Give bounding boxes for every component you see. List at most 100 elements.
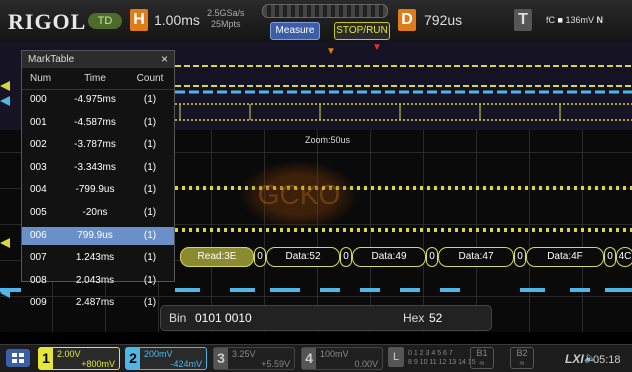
- marktable-cell-time: -20ns: [82, 207, 108, 218]
- zoom-label: Zoom:50us: [305, 135, 351, 145]
- marktable-cell-time: 1.243ms: [75, 252, 115, 264]
- marktable-panel: MarkTable × Num Time Count 000 -4.975ms (1…: [21, 50, 175, 308]
- decode-segment[interactable]: Data:52: [266, 247, 340, 267]
- bin-label: Bin: [169, 311, 187, 325]
- col-count: Count: [136, 73, 164, 84]
- stop-run-button[interactable]: STOP/RUN: [334, 22, 390, 40]
- la-channels: 0 1 2 3 4 5 6 7 8 9 10 11 12 13 14 15: [408, 349, 476, 367]
- marktable-row[interactable]: 004 -799.9us (1): [22, 181, 174, 199]
- channel-offset: +5.59V: [261, 359, 290, 369]
- channel-values: 100mV 0.00V: [320, 349, 378, 369]
- hex-label: Hex: [403, 311, 425, 325]
- bin-value[interactable]: 0101 0010: [195, 306, 252, 330]
- decode-segment[interactable]: 4C: [616, 247, 632, 267]
- marktable-row[interactable]: 001 -4.587ms (1): [22, 114, 174, 132]
- channel-values: 2.00V +800mV: [57, 349, 115, 369]
- channel-number: 3: [214, 348, 228, 369]
- marktable-cell-num: 000: [30, 94, 47, 105]
- marktable-cell-time: 2.487ms: [75, 297, 115, 309]
- delay-menu-button[interactable]: D: [398, 9, 416, 31]
- decode-segment[interactable]: Data:47: [438, 247, 514, 267]
- marktable-cell-num: 004: [30, 184, 47, 196]
- marktable-cell-time: -4.587ms: [74, 116, 116, 128]
- trigger-menu-button[interactable]: T: [514, 9, 532, 31]
- channel-scale: 3.25V: [232, 349, 256, 359]
- channel-number: 1: [39, 348, 53, 369]
- timebase-value[interactable]: 1.00ms: [154, 12, 200, 28]
- marktable-cell-time: -3.787ms: [74, 139, 116, 151]
- marktable-row[interactable]: 000 -4.975ms (1): [22, 91, 174, 109]
- channel-tag-ch1[interactable]: 1 2.00V +800mV: [38, 347, 120, 370]
- marktable-cell-num: 006: [30, 229, 47, 241]
- sample-info: 2.5GSa/s 25Mpts: [207, 8, 245, 30]
- marktable-row[interactable]: 009 2.487ms (1): [22, 294, 174, 312]
- measure-button[interactable]: Measure: [270, 22, 320, 40]
- sample-rate: 2.5GSa/s: [207, 8, 245, 18]
- marktable-cell-num: 001: [30, 116, 47, 128]
- trigger-source: fC: [546, 15, 555, 25]
- channel-values: 200mV -424mV: [144, 349, 202, 369]
- la-row2: 8 9 10 11 12 13 14 15: [408, 359, 476, 366]
- decode-segment[interactable]: 0: [340, 247, 352, 267]
- channel-scale: 2.00V: [57, 349, 81, 359]
- bus-b2-button[interactable]: B2 ≈: [510, 347, 534, 369]
- bus-b1-button[interactable]: B1 ≈: [470, 347, 494, 369]
- marktable-cell-num: 007: [30, 252, 47, 264]
- close-icon[interactable]: ×: [161, 51, 168, 68]
- marktable-cell-time: -799.9us: [75, 184, 115, 196]
- horizontal-menu-button[interactable]: H: [130, 9, 148, 31]
- decode-segment[interactable]: Read:3E: [180, 247, 254, 267]
- la-row1: 0 1 2 3 4 5 6 7: [408, 350, 453, 357]
- decode-segment[interactable]: Data:4F: [526, 247, 604, 267]
- marktable-cell-num: 009: [30, 297, 47, 309]
- marktable-cell-count: (1): [143, 184, 157, 196]
- marktable-cell-time: -4.975ms: [74, 94, 116, 105]
- marktable-row[interactable]: 007 1.243ms (1): [22, 249, 174, 267]
- mode-badge[interactable]: TD: [88, 13, 122, 29]
- top-status-bar: RIGOL TD H 1.00ms 2.5GSa/s 25Mpts Measur…: [0, 0, 632, 43]
- marktable-cell-time: 799.9us: [77, 229, 113, 241]
- decode-segment[interactable]: 0: [604, 247, 616, 267]
- delay-value[interactable]: 792us: [424, 12, 462, 28]
- decode-segment[interactable]: Data:49: [352, 247, 426, 267]
- trigger-level: 136mV: [565, 15, 594, 25]
- channel-scale: 200mV: [144, 349, 173, 359]
- marktable-row[interactable]: 008 2.043ms (1): [22, 272, 174, 290]
- brand-logo: RIGOL: [8, 9, 87, 34]
- marktable-row[interactable]: 005 -20ns (1): [22, 204, 174, 222]
- marktable-cell-time: 2.043ms: [75, 274, 115, 286]
- marktable-cell-count: (1): [143, 139, 157, 151]
- channel-tag-ch3[interactable]: 3 3.25V +5.59V: [213, 347, 295, 370]
- watermark-logo: GCKO: [239, 160, 359, 230]
- channel-tag-ch4[interactable]: 4 100mV 0.00V: [301, 347, 383, 370]
- marktable-cell-count: (1): [143, 116, 157, 128]
- decode-segment[interactable]: 0: [426, 247, 438, 267]
- marktable-header[interactable]: MarkTable ×: [22, 51, 174, 68]
- channel-scale: 100mV: [320, 349, 349, 359]
- marktable-cell-num: 002: [30, 139, 47, 151]
- channel-offset: -424mV: [170, 359, 202, 369]
- horizontal-position-indicator: [262, 4, 388, 18]
- col-time: Time: [84, 73, 106, 84]
- marktable-title: MarkTable: [28, 54, 75, 65]
- la-menu-button[interactable]: L: [388, 347, 404, 367]
- channel-tag-ch2[interactable]: 2 200mV -424mV: [125, 347, 207, 370]
- hex-value[interactable]: 52: [429, 306, 442, 330]
- marktable-row[interactable]: 006 799.9us (1): [22, 226, 174, 245]
- marktable-row[interactable]: 002 -3.787ms (1): [22, 136, 174, 154]
- marktable-cell-count: (1): [143, 94, 157, 105]
- lxi-logo: LXI: [565, 352, 584, 366]
- marktable-cell-num: 008: [30, 274, 47, 286]
- marktable-cell-count: (1): [143, 229, 157, 241]
- channel-number: 2: [126, 348, 140, 369]
- trigger-position-icon: ▼: [326, 46, 336, 57]
- trigger-level-icon: ■: [557, 15, 563, 25]
- decode-segment[interactable]: 0: [514, 247, 526, 267]
- decode-segment[interactable]: 0: [254, 247, 266, 267]
- clock: 05:18: [593, 354, 621, 366]
- marktable-cell-count: (1): [143, 252, 157, 264]
- trigger-info[interactable]: fC ■ 136mV N: [546, 15, 603, 25]
- marktable-row[interactable]: 003 -3.343ms (1): [22, 159, 174, 177]
- main-menu-icon[interactable]: [6, 349, 30, 367]
- col-num: Num: [30, 73, 52, 84]
